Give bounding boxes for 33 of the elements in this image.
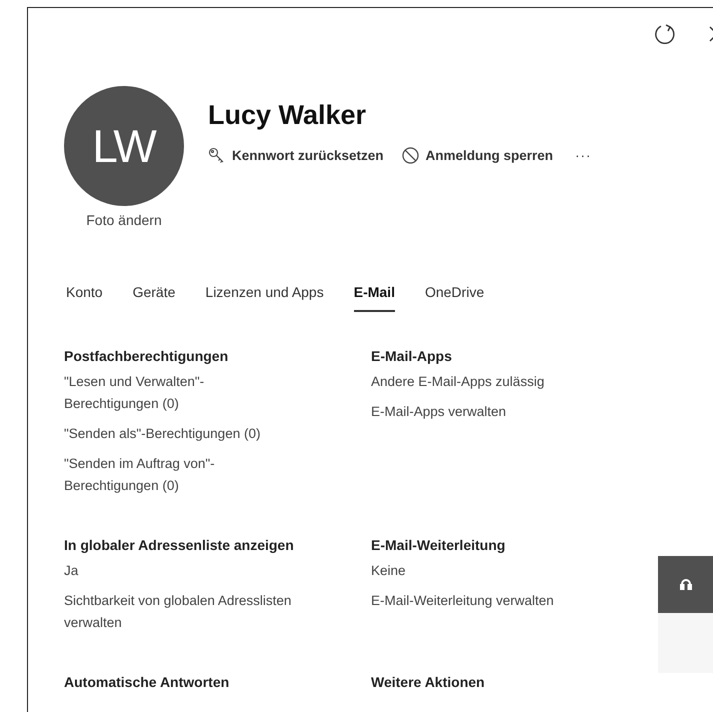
section-link[interactable]: Ja [64, 560, 296, 582]
tab[interactable]: OneDrive [424, 284, 484, 312]
section-link[interactable]: "Lesen und Verwalten"-Berechtigungen (0) [64, 371, 296, 415]
more-button[interactable]: ··· [575, 148, 592, 163]
user-name: Lucy Walker [208, 100, 368, 131]
refresh-icon [653, 22, 677, 46]
key-icon [208, 147, 225, 164]
block-sign-in-button[interactable]: Anmeldung sperren [402, 147, 554, 164]
section-link[interactable]: Andere E-Mail-Apps zulässig [371, 371, 603, 393]
section-link[interactable]: Sichtbarkeit von globalen Adresslisten verwalten [64, 590, 296, 634]
support-button[interactable] [658, 556, 713, 613]
headset-icon [678, 578, 692, 592]
section-heading: In globaler Adressenliste anzeigen [64, 537, 295, 553]
change-photo-link[interactable]: Foto ändern [86, 212, 162, 228]
side-panel [658, 613, 713, 673]
user-avatar: LW [64, 86, 184, 206]
section-link[interactable]: Keine [371, 560, 603, 582]
blocked-icon [402, 147, 419, 164]
tab[interactable]: Lizenzen und Apps [205, 284, 324, 312]
section-heading: E-Mail-Weiterleitung [371, 537, 506, 553]
tab[interactable]: E-Mail [354, 284, 395, 312]
refresh-button[interactable] [653, 22, 677, 46]
reset-password-button[interactable]: Kennwort zurücksetzen [208, 147, 384, 164]
section-link[interactable]: E-Mail-Weiterleitung verwalten [371, 590, 603, 612]
tab[interactable]: Konto [66, 284, 103, 312]
section-link[interactable]: E-Mail-Apps verwalten [371, 401, 603, 423]
section-link[interactable]: "Senden als"-Berechtigungen (0) [64, 423, 296, 445]
section-heading: E-Mail-Apps [371, 348, 453, 364]
section-heading: Postfachberechtigungen [64, 348, 230, 364]
tab[interactable]: Geräte [132, 284, 176, 312]
section-link[interactable]: "Senden im Auftrag von"-Berechtigungen (0) [64, 453, 296, 497]
section-heading: Weitere Aktionen [371, 674, 486, 690]
section-heading: Automatische Antworten [64, 674, 230, 690]
